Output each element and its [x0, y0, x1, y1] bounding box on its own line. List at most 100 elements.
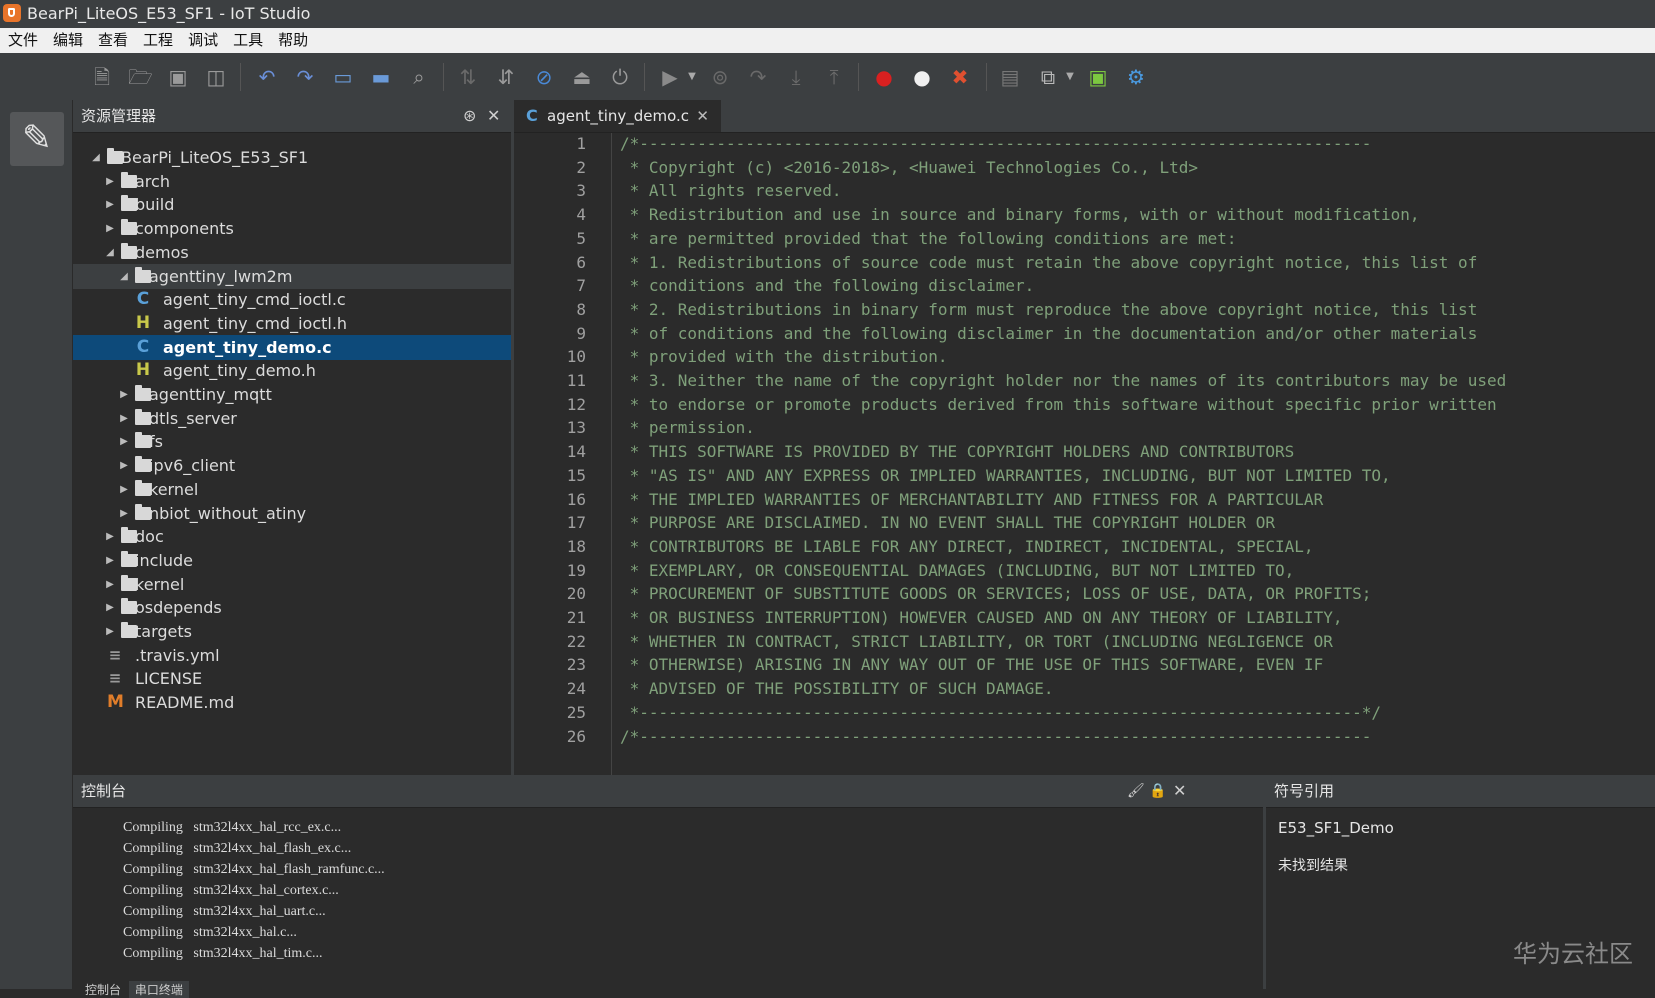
menu-item-0[interactable]: 文件 [0, 28, 45, 53]
debug-stop-icon[interactable]: ⊚ [708, 65, 732, 89]
title-bar: BearPi_LiteOS_E53_SF1 - IoT Studio [0, 0, 1655, 28]
window-alt-icon[interactable]: ▬ [369, 65, 393, 89]
tab-console[interactable]: 控制台 [81, 981, 125, 998]
settings-icon[interactable]: ⚙ [1124, 65, 1148, 89]
tab-serial-terminal[interactable]: 串口终端 [128, 981, 189, 998]
close-icon[interactable]: ✕ [487, 100, 500, 132]
menu-item-4[interactable]: 调试 [180, 28, 225, 53]
save-all-icon[interactable]: ◫ [204, 65, 228, 89]
window-icon[interactable]: ▭ [331, 65, 355, 89]
tree-folder[interactable]: ▶ ipv6_client [73, 453, 511, 478]
tree-folder[interactable]: ▶ osdepends [73, 595, 511, 620]
chevron-right-icon[interactable]: ▶ [105, 572, 115, 597]
tree-folder[interactable]: ▶ kernel [73, 477, 511, 502]
chevron-right-icon[interactable]: ▶ [119, 382, 129, 407]
menu-item-1[interactable]: 编辑 [45, 28, 90, 53]
tree-file[interactable]: Cagent_tiny_demo.c [73, 334, 511, 360]
line-number: 15 [566, 465, 586, 485]
chevron-right-icon[interactable]: ▶ [105, 524, 115, 549]
power-icon[interactable]: ⏻ [608, 65, 632, 89]
chevron-right-icon[interactable]: ▶ [119, 501, 129, 526]
chevron-right-icon[interactable]: ▶ [105, 595, 115, 620]
tree-folder[interactable]: ▶ kernel [73, 572, 511, 597]
chevron-down-icon[interactable]: ▼ [680, 65, 704, 89]
android-icon[interactable]: ▣ [1086, 65, 1110, 89]
tree-file[interactable]: ≡ .travis.yml [73, 643, 511, 668]
chevron-right-icon[interactable]: ▶ [119, 406, 129, 431]
code-area[interactable]: 1 /*-------------------------------------… [514, 133, 1655, 775]
symbol-project[interactable]: E53_SF1_Demo [1278, 819, 1394, 837]
chevron-right-icon[interactable]: ▶ [119, 429, 129, 454]
tree-folder[interactable]: ▶ nbiot_without_atiny [73, 501, 511, 526]
menu-item-5[interactable]: 工具 [225, 28, 270, 53]
tree-folder[interactable]: ▶ fs [73, 429, 511, 454]
tree-folder[interactable]: ▶ agenttiny_mqtt [73, 382, 511, 407]
tree-folder[interactable]: ◢ demos [73, 240, 511, 265]
console-line: Compiling stm32l4xx_hal_rcc_ex.c... [123, 820, 342, 835]
build-icon[interactable]: ⇵ [494, 65, 518, 89]
tree-folder[interactable]: ◢ BearPi_LiteOS_E53_SF1 [73, 145, 511, 170]
tab-agent-tiny-demo[interactable]: C agent_tiny_demo.c ✕ [514, 100, 721, 132]
lock-icon[interactable]: 🔒 [1149, 775, 1166, 807]
close-icon[interactable]: ✕ [1173, 775, 1186, 807]
chevron-right-icon[interactable]: ▶ [119, 453, 129, 478]
layers-icon[interactable]: ⧉ [1036, 65, 1060, 89]
stop-build-icon[interactable]: ⊘ [532, 65, 556, 89]
tree-folder[interactable]: ▶ components [73, 216, 511, 241]
step-over-icon[interactable]: ↷ [746, 65, 770, 89]
menu-item-6[interactable]: 帮助 [270, 28, 315, 53]
chevron-right-icon[interactable]: ▶ [105, 169, 115, 194]
open-folder-icon[interactable]: 🗁 [128, 65, 153, 89]
clear-console-icon[interactable]: 🖌 [1127, 775, 1145, 807]
device-icon[interactable]: ▤ [998, 65, 1022, 89]
code-line: * conditions and the following disclaime… [620, 276, 1035, 296]
tree-folder[interactable]: ▶ include [73, 548, 511, 573]
pin-icon[interactable]: ⊛ [463, 100, 476, 132]
c-file-icon: C [136, 336, 150, 357]
step-into-icon[interactable]: ⤓ [784, 65, 808, 89]
tree-file[interactable]: Hagent_tiny_cmd_ioctl.h [73, 311, 511, 336]
tools-icon[interactable]: ✎ [10, 112, 64, 166]
tree-folder[interactable]: ▶ dtls_server [73, 406, 511, 431]
chevron-down-icon[interactable]: ▼ [1058, 65, 1082, 89]
tree-folder[interactable]: ▶ doc [73, 524, 511, 549]
tree-folder[interactable]: ▶ targets [73, 619, 511, 644]
m-file-icon: M [107, 692, 124, 713]
tree-file[interactable]: M README.md [73, 690, 511, 715]
save-icon[interactable]: ▣ [166, 65, 190, 89]
step-out-icon[interactable]: ⤒ [822, 65, 846, 89]
tree-file[interactable]: Cagent_tiny_cmd_ioctl.c [73, 287, 511, 312]
record-red-icon[interactable]: ● [872, 65, 896, 89]
search-icon[interactable]: ⌕ [407, 65, 431, 89]
close-icon[interactable]: ✕ [696, 100, 709, 132]
chevron-down-icon[interactable]: ◢ [119, 264, 129, 289]
explorer-header: 资源管理器 ⊛ ✕ [73, 100, 511, 133]
console-line: Compiling stm32l4xx_hal_flash_ramfunc.c.… [123, 862, 385, 877]
new-file-icon[interactable]: 🗎 [90, 65, 114, 89]
code-line: * permission. [620, 418, 755, 438]
undo-icon[interactable]: ↶ [255, 65, 279, 89]
run-icon[interactable]: ▶ [658, 65, 682, 89]
redo-icon[interactable]: ↷ [293, 65, 317, 89]
chevron-right-icon[interactable]: ▶ [105, 192, 115, 217]
tree-folder[interactable]: ▶ build [73, 192, 511, 217]
symbol-result: 未找到结果 [1278, 858, 1348, 874]
chevron-right-icon[interactable]: ▶ [119, 477, 129, 502]
chevron-right-icon[interactable]: ▶ [105, 216, 115, 241]
menu-item-3[interactable]: 工程 [135, 28, 180, 53]
chevron-down-icon[interactable]: ◢ [105, 240, 115, 265]
compile-icon[interactable]: ⇅ [456, 65, 480, 89]
clear-icon[interactable]: ✖ [948, 65, 972, 89]
tree-file[interactable]: Hagent_tiny_demo.h [73, 358, 511, 383]
chevron-down-icon[interactable]: ◢ [91, 145, 101, 170]
record-white-icon[interactable]: ● [910, 65, 934, 89]
download-icon[interactable]: ⏏ [570, 65, 594, 89]
menu-item-2[interactable]: 查看 [90, 28, 135, 53]
txt-file-icon: ≡ [108, 669, 122, 688]
chevron-right-icon[interactable]: ▶ [105, 548, 115, 573]
tree-label: doc [135, 527, 164, 547]
chevron-right-icon[interactable]: ▶ [105, 619, 115, 644]
tree-file[interactable]: ≡ LICENSE [73, 666, 511, 691]
tree-folder[interactable]: ◢ agenttiny_lwm2m [73, 263, 511, 289]
tree-folder[interactable]: ▶ arch [73, 169, 511, 194]
